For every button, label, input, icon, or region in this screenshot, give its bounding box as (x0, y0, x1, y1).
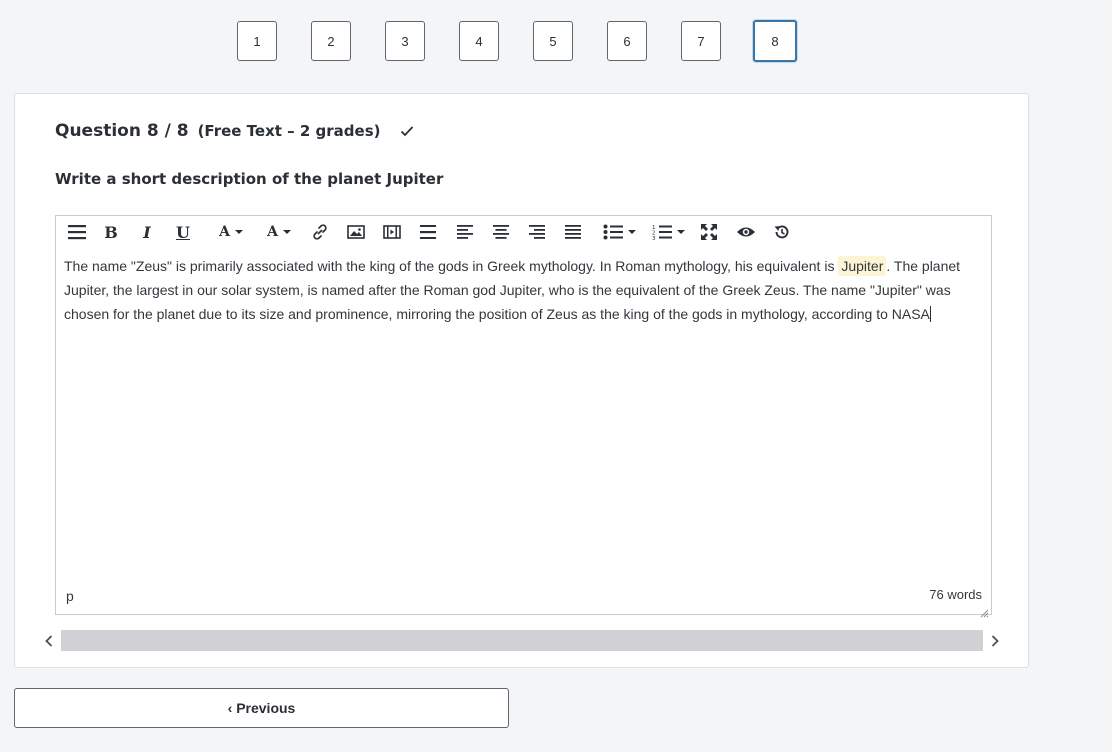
page-button-4[interactable]: 4 (459, 21, 499, 61)
check-icon (399, 123, 415, 139)
bold-icon[interactable]: B (102, 221, 120, 243)
svg-text:3: 3 (652, 236, 656, 240)
align-right-icon[interactable] (527, 221, 547, 243)
word-count: 76 words (929, 587, 982, 602)
rich-text-editor: B I U A A 1 2 3 The name "Zeus" is prima… (55, 215, 992, 618)
bullet-list-icon[interactable] (601, 221, 637, 243)
page-button-1[interactable]: 1 (237, 21, 277, 61)
page-button-5[interactable]: 5 (533, 21, 573, 61)
fullscreen-icon[interactable] (699, 221, 719, 243)
bg-color-letter: A (267, 224, 278, 240)
question-type: (Free Text – 2 grades) (197, 122, 381, 140)
page-button-6[interactable]: 6 (607, 21, 647, 61)
align-justify-icon[interactable] (563, 221, 583, 243)
scroll-left-icon[interactable] (39, 630, 59, 651)
page-button-8-active[interactable]: 8 (753, 20, 797, 62)
question-prompt: Write a short description of the planet … (55, 170, 444, 188)
scrollbar-thumb[interactable] (61, 630, 983, 651)
page-button-7[interactable]: 7 (681, 21, 721, 61)
answer-text-start: The name "Zeus" is primarily associated … (64, 258, 839, 274)
align-center-icon[interactable] (491, 221, 511, 243)
scrollbar-track[interactable] (61, 630, 983, 651)
paragraph-menu-icon[interactable] (66, 221, 88, 243)
font-color-icon[interactable]: A (214, 221, 248, 243)
page-button-3[interactable]: 3 (385, 21, 425, 61)
underline-icon[interactable]: U (174, 221, 192, 243)
numbered-list-icon[interactable]: 123 (650, 221, 686, 243)
element-path[interactable]: p (66, 588, 74, 604)
highlighted-word: Jupiter (838, 256, 887, 276)
previous-button[interactable]: ‹ Previous (14, 688, 509, 728)
image-icon[interactable] (346, 221, 366, 243)
preview-icon[interactable] (735, 221, 757, 243)
restore-icon[interactable] (772, 221, 792, 243)
scroll-right-icon[interactable] (985, 630, 1005, 651)
font-color-letter: A (219, 224, 230, 240)
editor-content[interactable]: The name "Zeus" is primarily associated … (64, 254, 969, 326)
horizontal-scrollbar[interactable] (39, 630, 1005, 651)
text-cursor (929, 306, 931, 322)
horizontal-rule-icon[interactable] (418, 221, 438, 243)
resize-handle-icon[interactable] (980, 603, 989, 618)
italic-icon[interactable]: I (138, 221, 156, 243)
question-card: Question 8 / 8 (Free Text – 2 grades) Wr… (14, 93, 1029, 668)
question-title: Question 8 / 8 (55, 121, 189, 141)
quiz-page: 1 2 3 4 5 6 7 8 Question 8 / 8 (Free Tex… (0, 0, 1112, 752)
editor-toolbar: B I U A A 1 2 3 (56, 216, 991, 249)
page-button-2[interactable]: 2 (311, 21, 351, 61)
align-left-icon[interactable] (455, 221, 475, 243)
question-header: Question 8 / 8 (Free Text – 2 grades) (55, 121, 415, 141)
background-color-icon[interactable]: A (262, 221, 296, 243)
media-icon[interactable] (382, 221, 402, 243)
link-icon[interactable] (310, 221, 330, 243)
